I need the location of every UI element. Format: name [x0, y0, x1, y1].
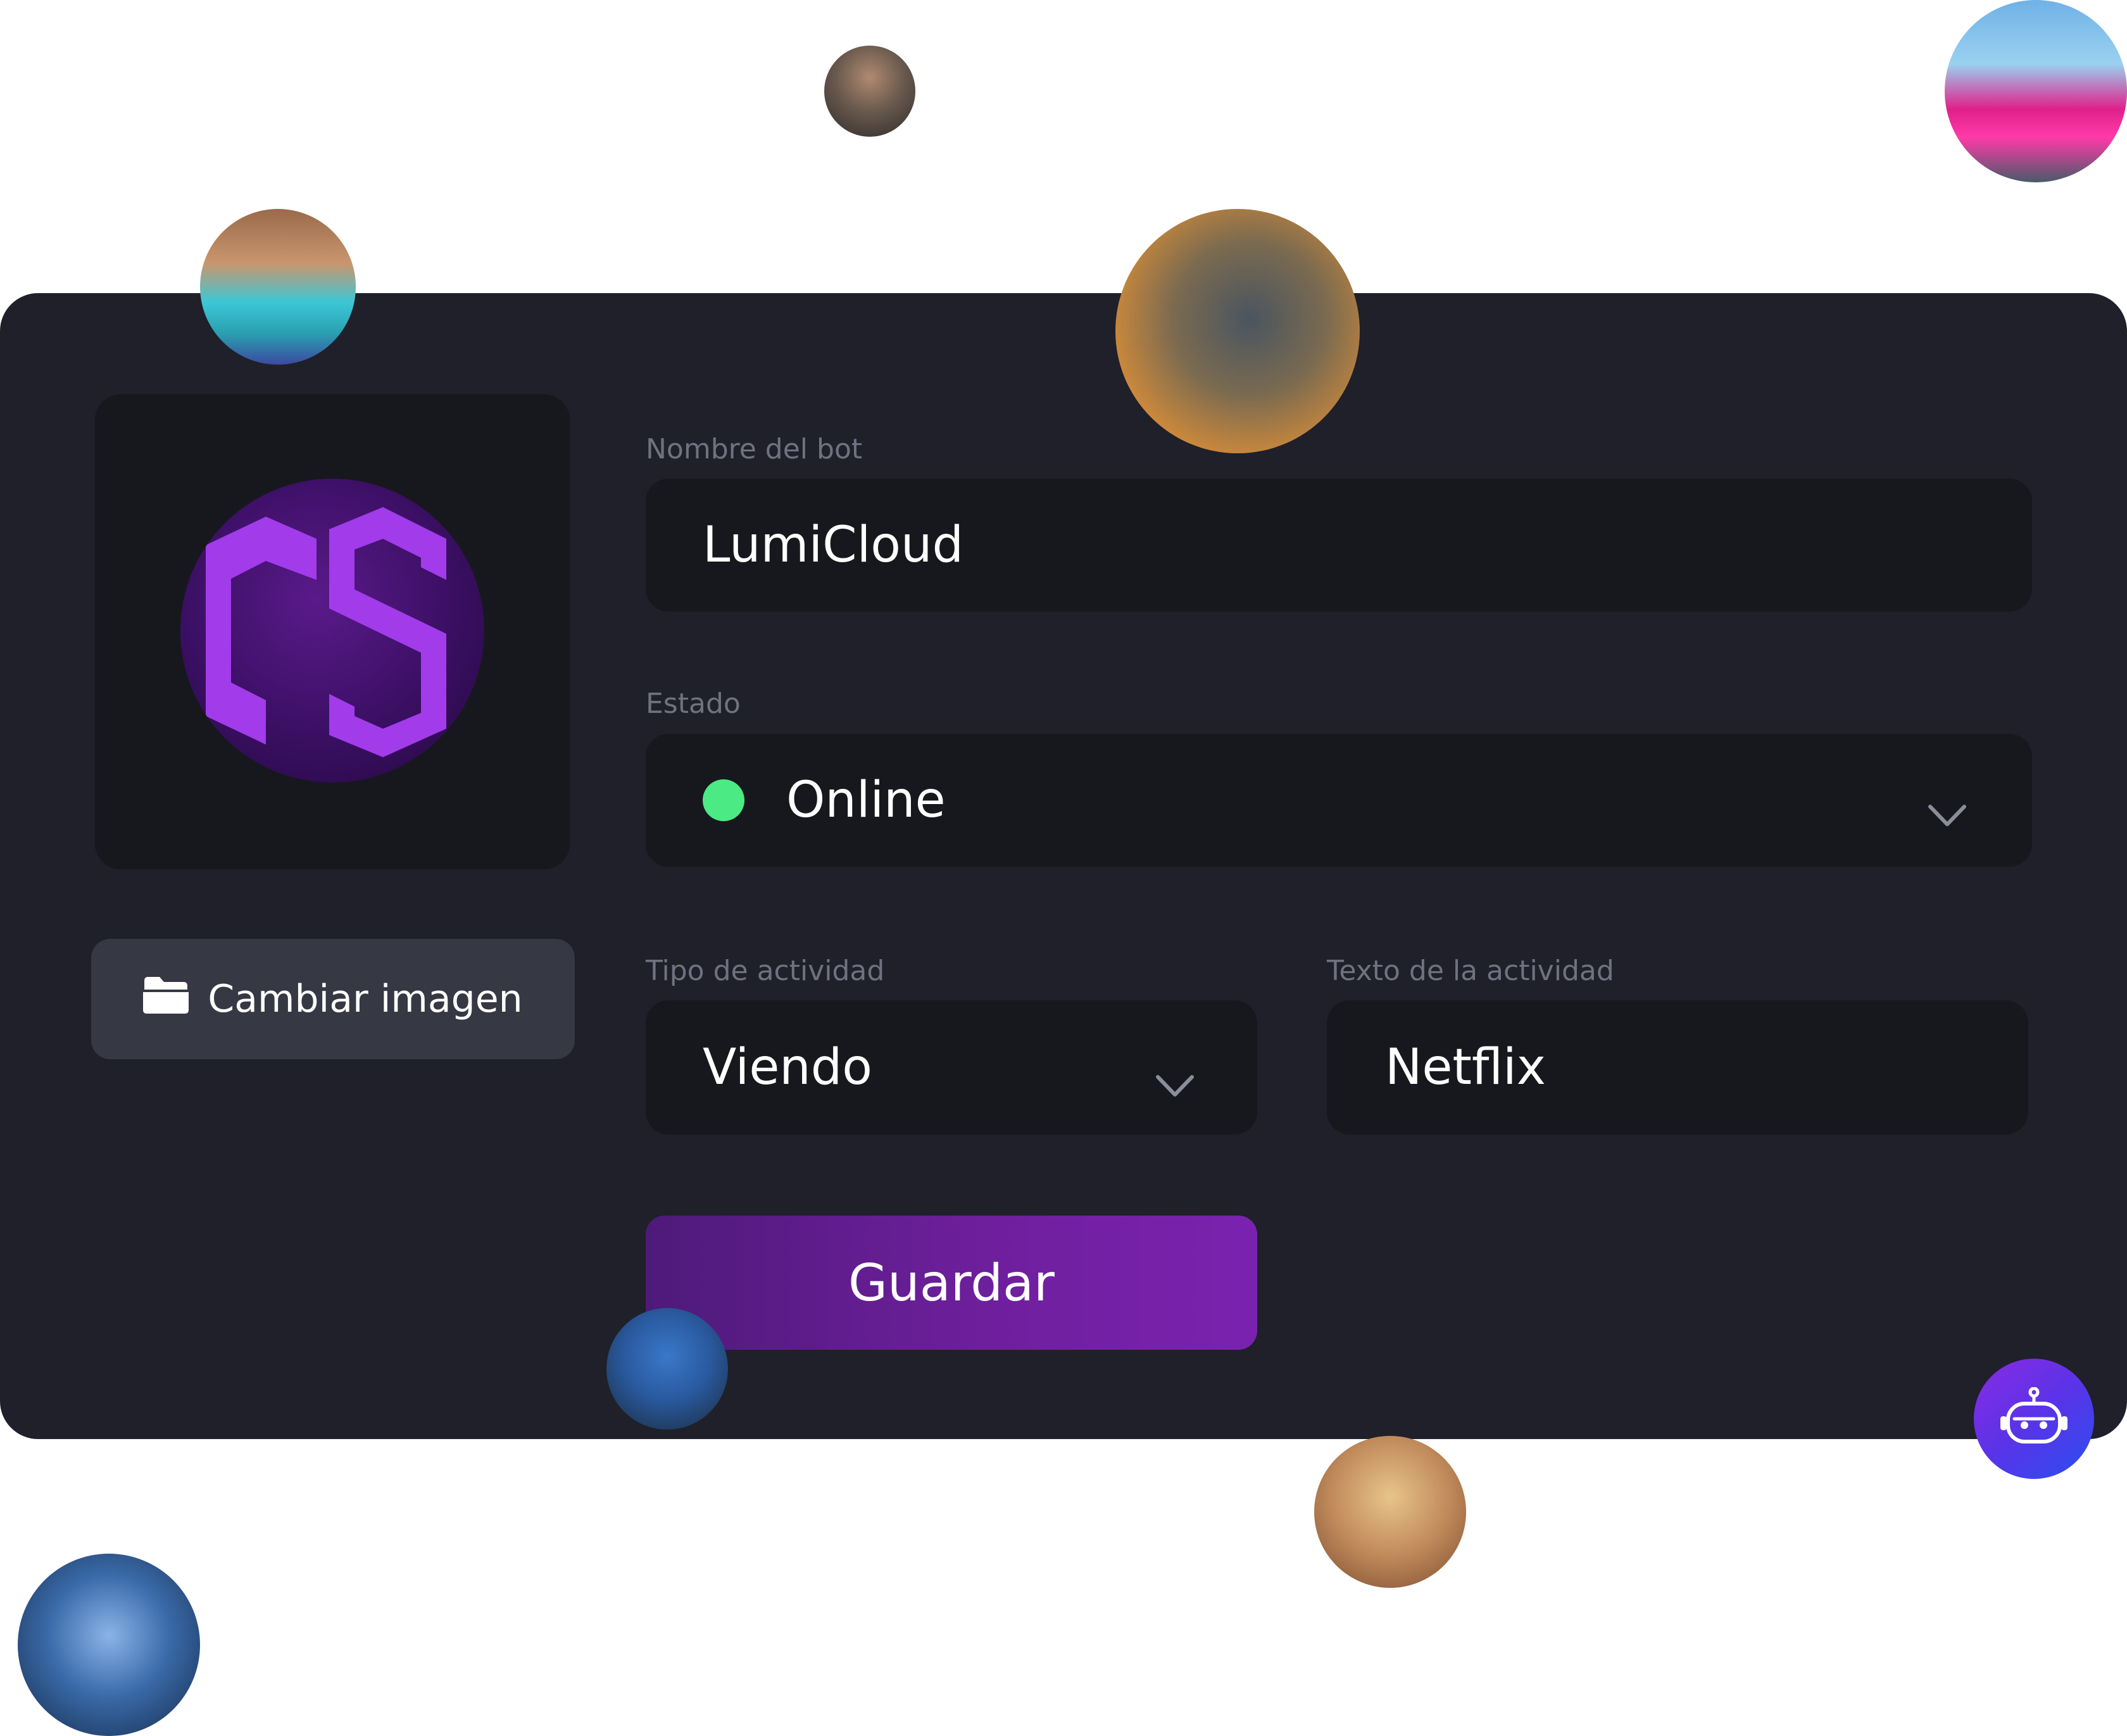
save-button[interactable]: Guardar: [646, 1216, 1257, 1350]
activity-type-select[interactable]: Viendo: [646, 1000, 1257, 1135]
status-online-dot: [703, 779, 744, 821]
activity-text-input[interactable]: Netflix: [1327, 1000, 2028, 1135]
robot-icon: [1999, 1387, 2069, 1450]
warrior-avatar: [824, 46, 915, 137]
chevron-down-icon: [1155, 1054, 1195, 1110]
blue-creature-avatar: [606, 1308, 728, 1430]
change-image-label: Cambiar imagen: [208, 977, 523, 1021]
chevron-down-icon: [1928, 783, 1967, 840]
assistant-robot-button[interactable]: [1974, 1359, 2094, 1479]
status-label: Estado: [646, 688, 741, 720]
change-image-button[interactable]: Cambiar imagen: [91, 939, 575, 1059]
activity-type-label: Tipo de actividad: [646, 955, 885, 987]
blonde-woman-avatar: [1314, 1436, 1466, 1588]
mech-factory-avatar: [18, 1554, 200, 1736]
robot-mech-avatar: [1115, 209, 1360, 453]
blocky-miner-avatar: [200, 209, 356, 365]
activity-text-value: Netflix: [1385, 1039, 1546, 1096]
pink-car-avatar: [1945, 0, 2127, 182]
activity-text-label: Texto de la actividad: [1327, 955, 1614, 987]
bot-name-input[interactable]: LumiCloud: [646, 479, 2032, 612]
status-select[interactable]: Online: [646, 734, 2032, 867]
activity-type-value: Viendo: [703, 1039, 872, 1096]
status-value: Online: [786, 772, 946, 829]
bot-name-value: LumiCloud: [703, 517, 963, 574]
bot-name-label: Nombre del bot: [646, 433, 863, 465]
folder-icon: [143, 976, 189, 1023]
bot-logo-image: [180, 479, 484, 783]
